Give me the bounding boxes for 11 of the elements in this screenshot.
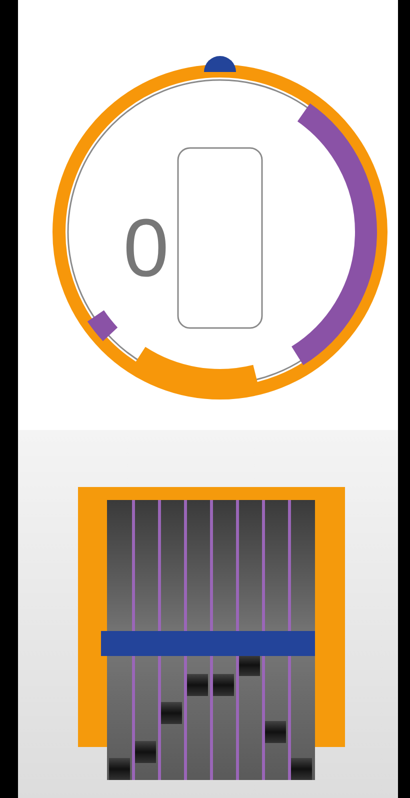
step-block[interactable] [161, 702, 182, 724]
step-block[interactable] [213, 674, 234, 696]
step-block[interactable] [109, 758, 130, 780]
step-block[interactable] [265, 721, 286, 744]
step-block[interactable] [291, 758, 312, 780]
step-block[interactable] [239, 654, 260, 676]
dial-knob[interactable] [204, 56, 236, 72]
step-block[interactable] [187, 674, 208, 696]
step-block[interactable] [135, 740, 156, 763]
phone-outline-icon [177, 147, 263, 329]
dial-value: 0 [123, 203, 169, 294]
